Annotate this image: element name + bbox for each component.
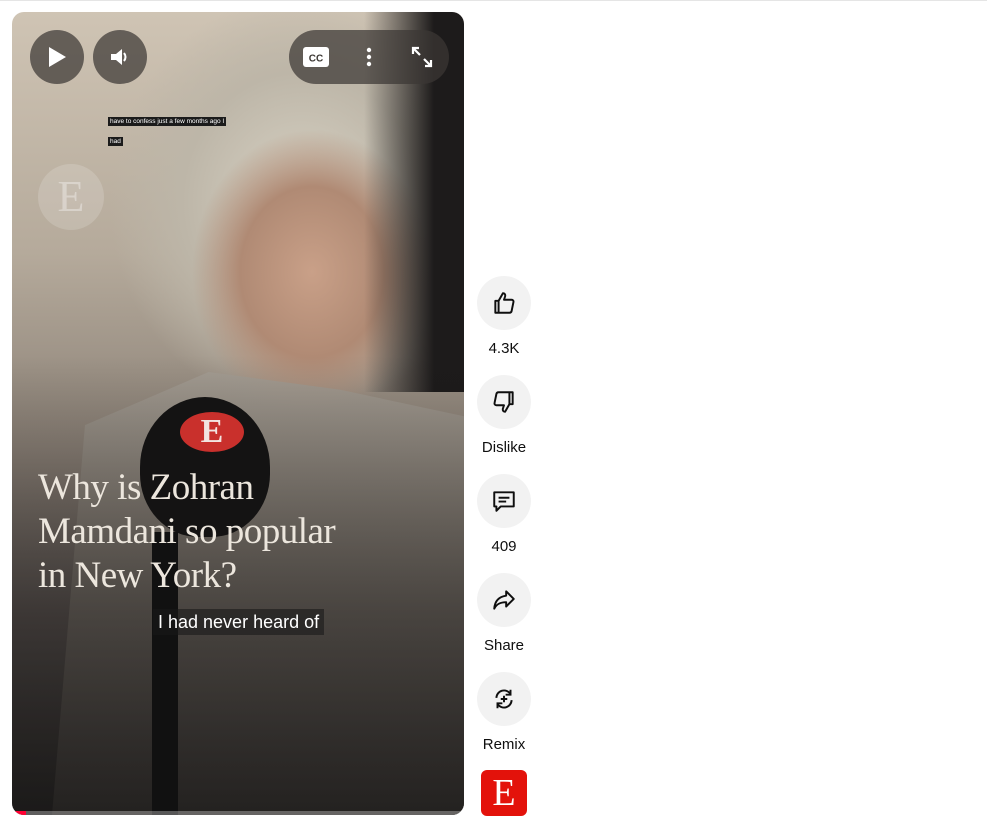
remix-label: Remix <box>482 736 526 753</box>
video-headline: Why is Zohran Mamdani so popular in New … <box>38 466 378 598</box>
like-button[interactable] <box>477 276 531 330</box>
play-icon <box>49 47 66 67</box>
share-button[interactable] <box>477 573 531 627</box>
more-options-button[interactable] <box>346 30 392 84</box>
play-button[interactable] <box>30 30 84 84</box>
microphone-logo: E <box>180 412 244 452</box>
comment-button[interactable] <box>477 474 531 528</box>
small-caption: have to confess just a few months ago I … <box>108 110 258 150</box>
share-action: Share <box>477 573 531 654</box>
fullscreen-button[interactable] <box>399 30 445 84</box>
comment-count: 409 <box>491 538 517 555</box>
small-caption-line: had <box>108 137 123 146</box>
share-icon <box>493 590 515 610</box>
small-caption-line: have to confess just a few months ago I <box>108 117 227 126</box>
volume-button[interactable] <box>93 30 147 84</box>
remix-action: Remix <box>477 672 531 753</box>
dislike-button[interactable] <box>477 375 531 429</box>
headline-line: Why is Zohran <box>38 467 254 508</box>
headline-line: Mamdani so popular <box>38 511 336 552</box>
more-vertical-icon <box>366 47 372 67</box>
captions-button[interactable]: CC <box>293 30 339 84</box>
player-controls-group: CC <box>289 30 449 84</box>
progress-fill <box>12 811 26 815</box>
headline-line: in New York? <box>38 555 237 596</box>
dislike-label: Dislike <box>481 439 527 456</box>
volume-icon <box>111 49 127 65</box>
remix-icon <box>495 689 513 709</box>
video-subtitle: I had never heard of <box>153 609 325 635</box>
like-count: 4.3K <box>488 340 520 357</box>
comment-action: 409 <box>477 474 531 555</box>
svg-text:CC: CC <box>309 54 323 65</box>
progress-bar[interactable] <box>12 811 464 815</box>
thumbs-up-icon <box>494 292 515 314</box>
cc-icon: CC <box>303 47 329 67</box>
dislike-action: Dislike <box>477 375 531 456</box>
video-player[interactable]: E E have to confess just a few months ag… <box>12 12 464 815</box>
fullscreen-icon <box>411 46 433 68</box>
channel-watermark: E <box>38 164 104 230</box>
channel-avatar[interactable]: E <box>481 770 527 816</box>
comment-icon <box>493 491 515 512</box>
like-action: 4.3K <box>477 276 531 357</box>
remix-button[interactable] <box>477 672 531 726</box>
thumbs-down-icon <box>493 391 514 413</box>
share-label: Share <box>483 637 525 654</box>
top-divider <box>0 0 987 1</box>
